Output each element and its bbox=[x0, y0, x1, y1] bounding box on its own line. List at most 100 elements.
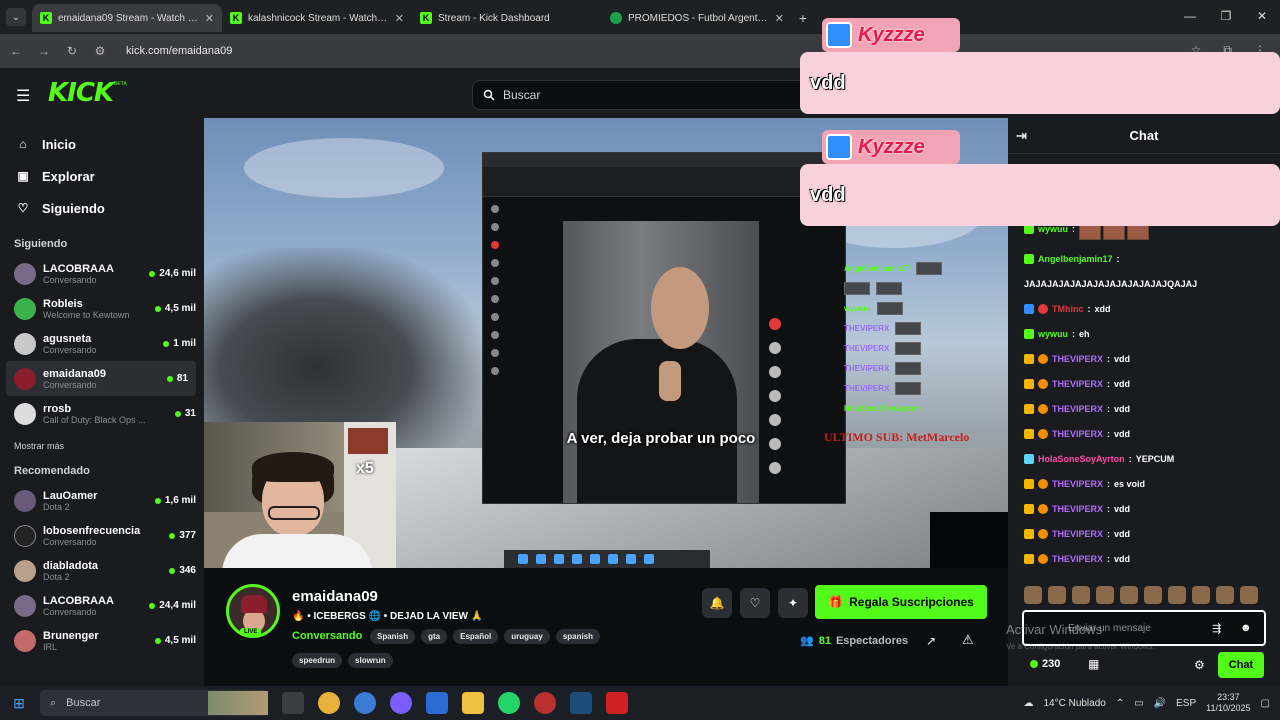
send-chat-button[interactable]: Chat bbox=[1218, 652, 1264, 678]
hamburger-icon[interactable]: ☰ bbox=[16, 86, 30, 106]
language-indicator[interactable]: ESP bbox=[1176, 698, 1196, 709]
chat-username[interactable]: THEVIPERX bbox=[1052, 503, 1103, 515]
chrome-icon[interactable] bbox=[318, 692, 340, 714]
whatsapp-icon[interactable] bbox=[498, 692, 520, 714]
share-icon[interactable]: ↗ bbox=[926, 634, 936, 648]
site-settings-icon[interactable]: ⚙ bbox=[92, 44, 108, 58]
chat-username[interactable]: THEVIPERX bbox=[1052, 378, 1103, 390]
channel-item[interactable]: LauOamer Dota 2 1,6 mil bbox=[0, 483, 204, 518]
avatar bbox=[14, 297, 36, 320]
tab-title: kalashnicock Stream - Watch Live bbox=[248, 12, 389, 24]
report-icon[interactable]: ⚠ bbox=[962, 632, 974, 648]
emote[interactable] bbox=[1096, 586, 1114, 604]
channel-item[interactable]: rrosb Call of Duty: Black Ops ... 31 bbox=[0, 396, 204, 431]
minimize-icon[interactable]: — bbox=[1172, 0, 1208, 32]
channel-item[interactable]: agusneta Conversando 1 mil bbox=[0, 326, 204, 361]
outlook-icon[interactable] bbox=[426, 692, 448, 714]
tag[interactable]: spanish bbox=[555, 629, 601, 644]
network-icon[interactable]: ▭ bbox=[1134, 698, 1143, 709]
tag[interactable]: gta bbox=[421, 629, 448, 644]
chat-username[interactable]: THEVIPERX bbox=[1052, 428, 1103, 440]
task-view-icon[interactable] bbox=[282, 692, 304, 714]
collapse-chat-icon[interactable]: ⇥ bbox=[1016, 128, 1027, 144]
bell-icon[interactable]: 🔔 bbox=[702, 588, 732, 618]
chat-username[interactable]: wywuu bbox=[1038, 328, 1068, 340]
nav-siguiendo[interactable]: ♡ Siguiendo bbox=[0, 192, 204, 224]
tag[interactable]: slowrun bbox=[348, 653, 393, 668]
maximize-icon[interactable]: ❐ bbox=[1208, 0, 1244, 32]
channel-item[interactable]: lobosenfrecuencia Conversando 377 bbox=[0, 518, 204, 553]
tab-close-icon[interactable]: ✕ bbox=[205, 12, 214, 25]
clock[interactable]: 23:37 11/10/2025 bbox=[1206, 692, 1250, 714]
channel-item[interactable]: Robleis Welcome to Kewtown 4,5 mil bbox=[0, 291, 204, 326]
tag[interactable]: Español bbox=[453, 629, 499, 644]
emote[interactable] bbox=[1168, 586, 1186, 604]
new-tab-button[interactable]: + bbox=[792, 4, 814, 32]
emote[interactable] bbox=[1144, 586, 1162, 604]
emote[interactable] bbox=[1024, 586, 1042, 604]
reload-icon[interactable]: ↻ bbox=[64, 44, 80, 58]
tag[interactable]: Spanish bbox=[370, 629, 416, 644]
tab-promiedos[interactable]: PROMIEDOS - Futbol Argentino ✕ bbox=[602, 4, 792, 32]
emote[interactable] bbox=[1192, 586, 1210, 604]
back-icon[interactable]: ← bbox=[8, 44, 24, 58]
chat-username[interactable]: THEVIPERX bbox=[1052, 528, 1103, 540]
tab-kalashnicock[interactable]: K kalashnicock Stream - Watch Live ✕ bbox=[222, 4, 412, 32]
stream-category[interactable]: Conversando bbox=[292, 630, 362, 642]
search-input[interactable]: Buscar bbox=[472, 80, 808, 110]
channel-item[interactable]: LACOBRAAA Conversando 24,6 mil bbox=[0, 256, 204, 291]
chat-username[interactable]: THEVIPERX bbox=[1052, 353, 1103, 365]
folder-icon[interactable] bbox=[462, 692, 484, 714]
heart-icon[interactable]: ♡ bbox=[740, 588, 770, 618]
tray-arrow-icon[interactable]: ⌃ bbox=[1116, 698, 1124, 709]
forward-icon[interactable]: → bbox=[36, 44, 52, 58]
chat-username[interactable]: Angelbenjamin17 bbox=[1038, 253, 1113, 265]
notification-icon[interactable]: ▢ bbox=[1261, 698, 1270, 709]
gear-icon[interactable]: ⚙ bbox=[1194, 658, 1205, 672]
tab-emaidana[interactable]: K emaidana09 Stream - Watch Live ✕ bbox=[32, 4, 222, 32]
gift-icon[interactable]: ▦ bbox=[1088, 657, 1099, 671]
tab-close-icon[interactable]: ✕ bbox=[775, 12, 784, 25]
weather-text[interactable]: 14°C Nublado bbox=[1043, 698, 1105, 709]
chat-username[interactable]: HolaSoneSoyAyrton bbox=[1038, 453, 1125, 465]
close-window-icon[interactable]: ✕ bbox=[1244, 0, 1280, 32]
tag[interactable]: uruguay bbox=[504, 629, 550, 644]
channel-points[interactable]: 230 bbox=[1030, 658, 1060, 670]
emote[interactable] bbox=[1072, 586, 1090, 604]
taskbar-search[interactable]: ⌕ Buscar bbox=[40, 690, 268, 716]
show-more-link[interactable]: Mostrar más bbox=[0, 431, 204, 459]
edge-icon[interactable] bbox=[354, 692, 376, 714]
tab-search-button[interactable]: ⌄ bbox=[6, 8, 26, 26]
chat-username[interactable]: THEVIPERX bbox=[1052, 403, 1103, 415]
steam-icon[interactable] bbox=[570, 692, 592, 714]
channel-item[interactable]: diabladota Dota 2 346 bbox=[0, 553, 204, 588]
smile-icon[interactable]: ☻ bbox=[1240, 622, 1252, 634]
emote[interactable] bbox=[1216, 586, 1234, 604]
streamer-name[interactable]: emaidana09 bbox=[292, 588, 378, 605]
kick-logo[interactable]: KICK bbox=[48, 78, 114, 108]
chat-username[interactable]: THEVIPERX bbox=[1052, 553, 1103, 565]
emote[interactable] bbox=[1240, 586, 1258, 604]
channel-item[interactable]: LACOBRAAA Conversando 24,4 mil bbox=[0, 588, 204, 623]
emote[interactable] bbox=[1120, 586, 1138, 604]
nav-explorar[interactable]: ▣ Explorar bbox=[0, 160, 204, 192]
tab-dashboard[interactable]: K Stream - Kick Dashboard bbox=[412, 4, 602, 32]
app-icon[interactable] bbox=[606, 692, 628, 714]
channel-item-selected[interactable]: emaidana09 Conversando 81 bbox=[6, 361, 196, 396]
chat-username[interactable]: TMhinc bbox=[1052, 303, 1084, 315]
discord-icon[interactable] bbox=[390, 692, 412, 714]
pin-icon[interactable]: ✦ bbox=[778, 588, 808, 618]
emote[interactable] bbox=[1048, 586, 1066, 604]
chat-username[interactable]: THEVIPERX bbox=[1052, 478, 1103, 490]
obs-icon[interactable] bbox=[534, 692, 556, 714]
tag[interactable]: speedrun bbox=[292, 653, 343, 668]
windows-start-icon[interactable]: ⊞ bbox=[0, 695, 38, 712]
alert-username: Kyzzze bbox=[858, 23, 925, 46]
volume-icon[interactable]: 🔊 bbox=[1154, 698, 1166, 709]
emote-picker-icon[interactable]: ⇶ bbox=[1212, 622, 1221, 635]
channel-item[interactable]: Brunenger IRL 4,5 mil bbox=[0, 623, 204, 658]
tab-close-icon[interactable]: ✕ bbox=[395, 12, 404, 25]
nav-inicio[interactable]: ⌂ Inicio bbox=[0, 128, 204, 160]
url-field[interactable]: kick.com/emaidana09 bbox=[126, 45, 232, 57]
gift-subs-button[interactable]: 🎁 Regala Suscripciones bbox=[815, 585, 987, 619]
